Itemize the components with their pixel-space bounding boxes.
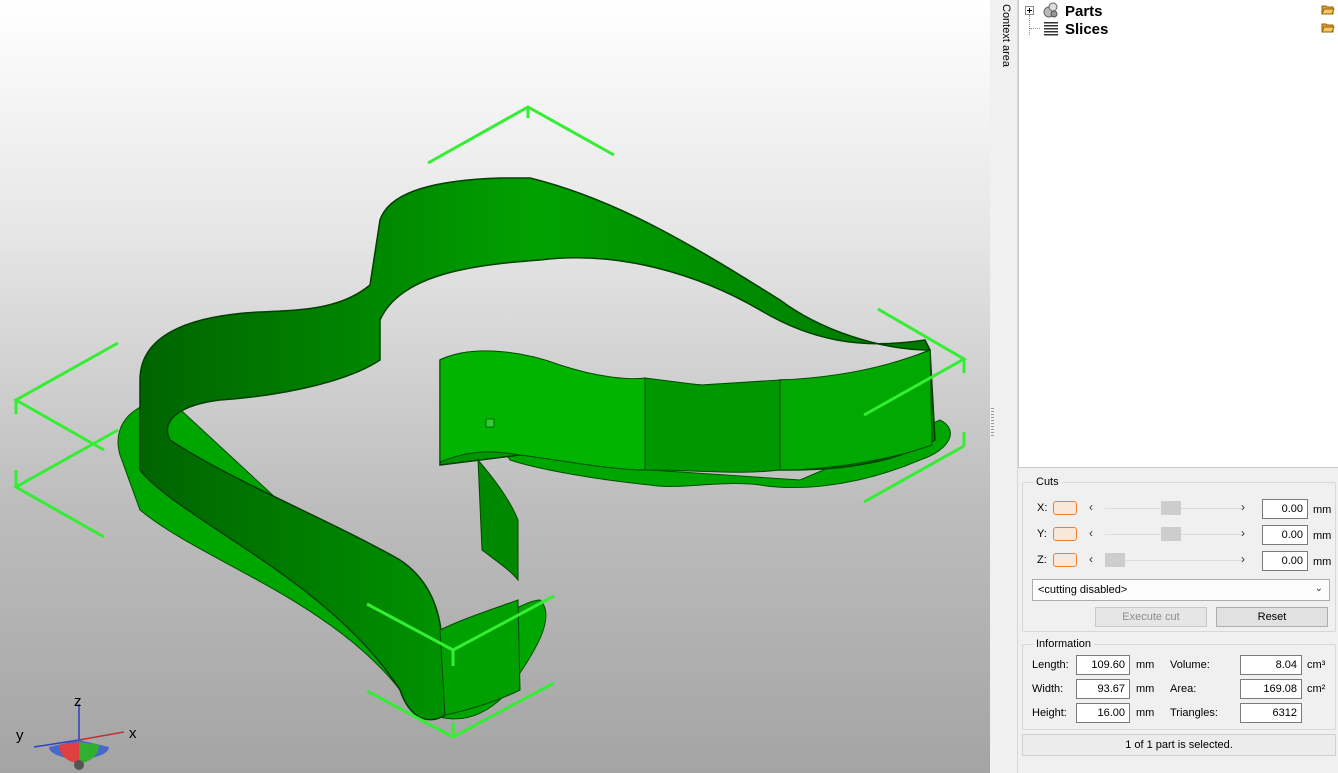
area-label: Area: bbox=[1170, 683, 1197, 695]
cut-row-y: Y: ‹ › 0.00 mm bbox=[1035, 525, 1335, 545]
cut-toggle-y[interactable] bbox=[1053, 527, 1077, 541]
properties-panel: Cuts X: ‹ › 0.00 mm Y: ‹ › 0.00 mm Z: ‹ bbox=[1018, 470, 1338, 773]
information-title: Information bbox=[1033, 638, 1095, 650]
area-value: 169.08 bbox=[1240, 679, 1302, 699]
model-wall-inner bbox=[439, 350, 646, 471]
execute-cut-button[interactable]: Execute cut bbox=[1095, 607, 1207, 627]
volume-value: 8.04 bbox=[1240, 655, 1302, 675]
cut-axis-label: Y: bbox=[1037, 528, 1047, 540]
cut-value-x[interactable]: 0.00 bbox=[1262, 499, 1308, 519]
chevron-left-icon[interactable]: ‹ bbox=[1089, 500, 1093, 514]
slider-thumb[interactable] bbox=[1161, 527, 1181, 541]
axes-gizmo: z y x bbox=[16, 693, 137, 770]
cut-slider-z[interactable] bbox=[1105, 560, 1243, 561]
cut-row-z: Z: ‹ › 0.00 mm bbox=[1035, 551, 1335, 571]
parts-icon bbox=[1043, 2, 1058, 18]
tree-item-slices[interactable]: Slices bbox=[1019, 20, 1338, 38]
length-value: 109.60 bbox=[1076, 655, 1130, 675]
cuts-title: Cuts bbox=[1033, 476, 1062, 488]
slices-icon bbox=[1044, 22, 1058, 36]
unit-label: mm bbox=[1313, 556, 1332, 568]
cut-value-z[interactable]: 0.00 bbox=[1262, 551, 1308, 571]
chevron-left-icon[interactable]: ‹ bbox=[1089, 552, 1093, 566]
z-axis-label: z bbox=[74, 693, 82, 710]
tree-item-parts[interactable]: Parts bbox=[1019, 2, 1338, 20]
3d-viewport[interactable]: z y x bbox=[0, 0, 990, 773]
y-axis-label: y bbox=[16, 727, 24, 744]
length-label: Length: bbox=[1032, 659, 1069, 671]
tree-item-label: Slices bbox=[1065, 21, 1109, 38]
cut-toggle-z[interactable] bbox=[1053, 553, 1077, 567]
volume-label: Volume: bbox=[1170, 659, 1210, 671]
height-unit: mm bbox=[1136, 707, 1155, 719]
chevron-right-icon[interactable]: › bbox=[1241, 526, 1245, 540]
cut-axis-label: X: bbox=[1037, 502, 1048, 514]
unit-label: mm bbox=[1313, 504, 1332, 516]
width-label: Width: bbox=[1032, 683, 1064, 695]
tree-item-label: Parts bbox=[1065, 3, 1103, 20]
width-value: 93.67 bbox=[1076, 679, 1130, 699]
cut-axis-label: Z: bbox=[1037, 554, 1047, 566]
chevron-right-icon[interactable]: › bbox=[1241, 500, 1245, 514]
chevron-right-icon[interactable]: › bbox=[1241, 552, 1245, 566]
context-area-strip bbox=[990, 0, 1018, 773]
model-wall-segment-right bbox=[779, 349, 933, 471]
splitter-grip[interactable] bbox=[991, 408, 994, 438]
chevron-down-icon: ⌄ bbox=[1314, 583, 1323, 594]
length-unit: mm bbox=[1136, 659, 1155, 671]
context-area-label[interactable]: Context area bbox=[1000, 4, 1012, 67]
x-axis-label: x bbox=[129, 725, 137, 742]
folder-open-icon[interactable] bbox=[1321, 22, 1335, 34]
height-label: Height: bbox=[1032, 707, 1067, 719]
model-render[interactable] bbox=[0, 0, 990, 773]
cutting-mode-value: <cutting disabled> bbox=[1038, 584, 1128, 596]
folder-open-icon[interactable] bbox=[1321, 4, 1335, 16]
selection-handle bbox=[485, 418, 495, 428]
reset-button[interactable]: Reset bbox=[1216, 607, 1328, 627]
slider-thumb[interactable] bbox=[1105, 553, 1125, 567]
cut-value-y[interactable]: 0.00 bbox=[1262, 525, 1308, 545]
information-group: Information Length: 109.60 mm Width: 93.… bbox=[1022, 638, 1336, 730]
unit-label: mm bbox=[1313, 530, 1332, 542]
object-tree[interactable]: Parts Slices bbox=[1018, 0, 1338, 468]
area-unit: cm² bbox=[1307, 683, 1326, 695]
cuts-group: Cuts X: ‹ › 0.00 mm Y: ‹ › 0.00 mm Z: ‹ bbox=[1022, 476, 1336, 632]
model-wall-segment-mid bbox=[644, 377, 781, 473]
volume-unit: cm³ bbox=[1307, 659, 1326, 671]
cutting-mode-select[interactable]: <cutting disabled> ⌄ bbox=[1032, 579, 1330, 601]
selection-status: 1 of 1 part is selected. bbox=[1022, 734, 1336, 756]
cut-toggle-x[interactable] bbox=[1053, 501, 1077, 515]
triangles-value: 6312 bbox=[1240, 703, 1302, 723]
expand-icon[interactable] bbox=[1025, 6, 1034, 15]
slider-thumb[interactable] bbox=[1161, 501, 1181, 515]
model-wall-notch bbox=[477, 458, 519, 582]
width-unit: mm bbox=[1136, 683, 1155, 695]
chevron-left-icon[interactable]: ‹ bbox=[1089, 526, 1093, 540]
cut-row-x: X: ‹ › 0.00 mm bbox=[1035, 499, 1335, 519]
triangles-label: Triangles: bbox=[1170, 707, 1218, 719]
height-value: 16.00 bbox=[1076, 703, 1130, 723]
